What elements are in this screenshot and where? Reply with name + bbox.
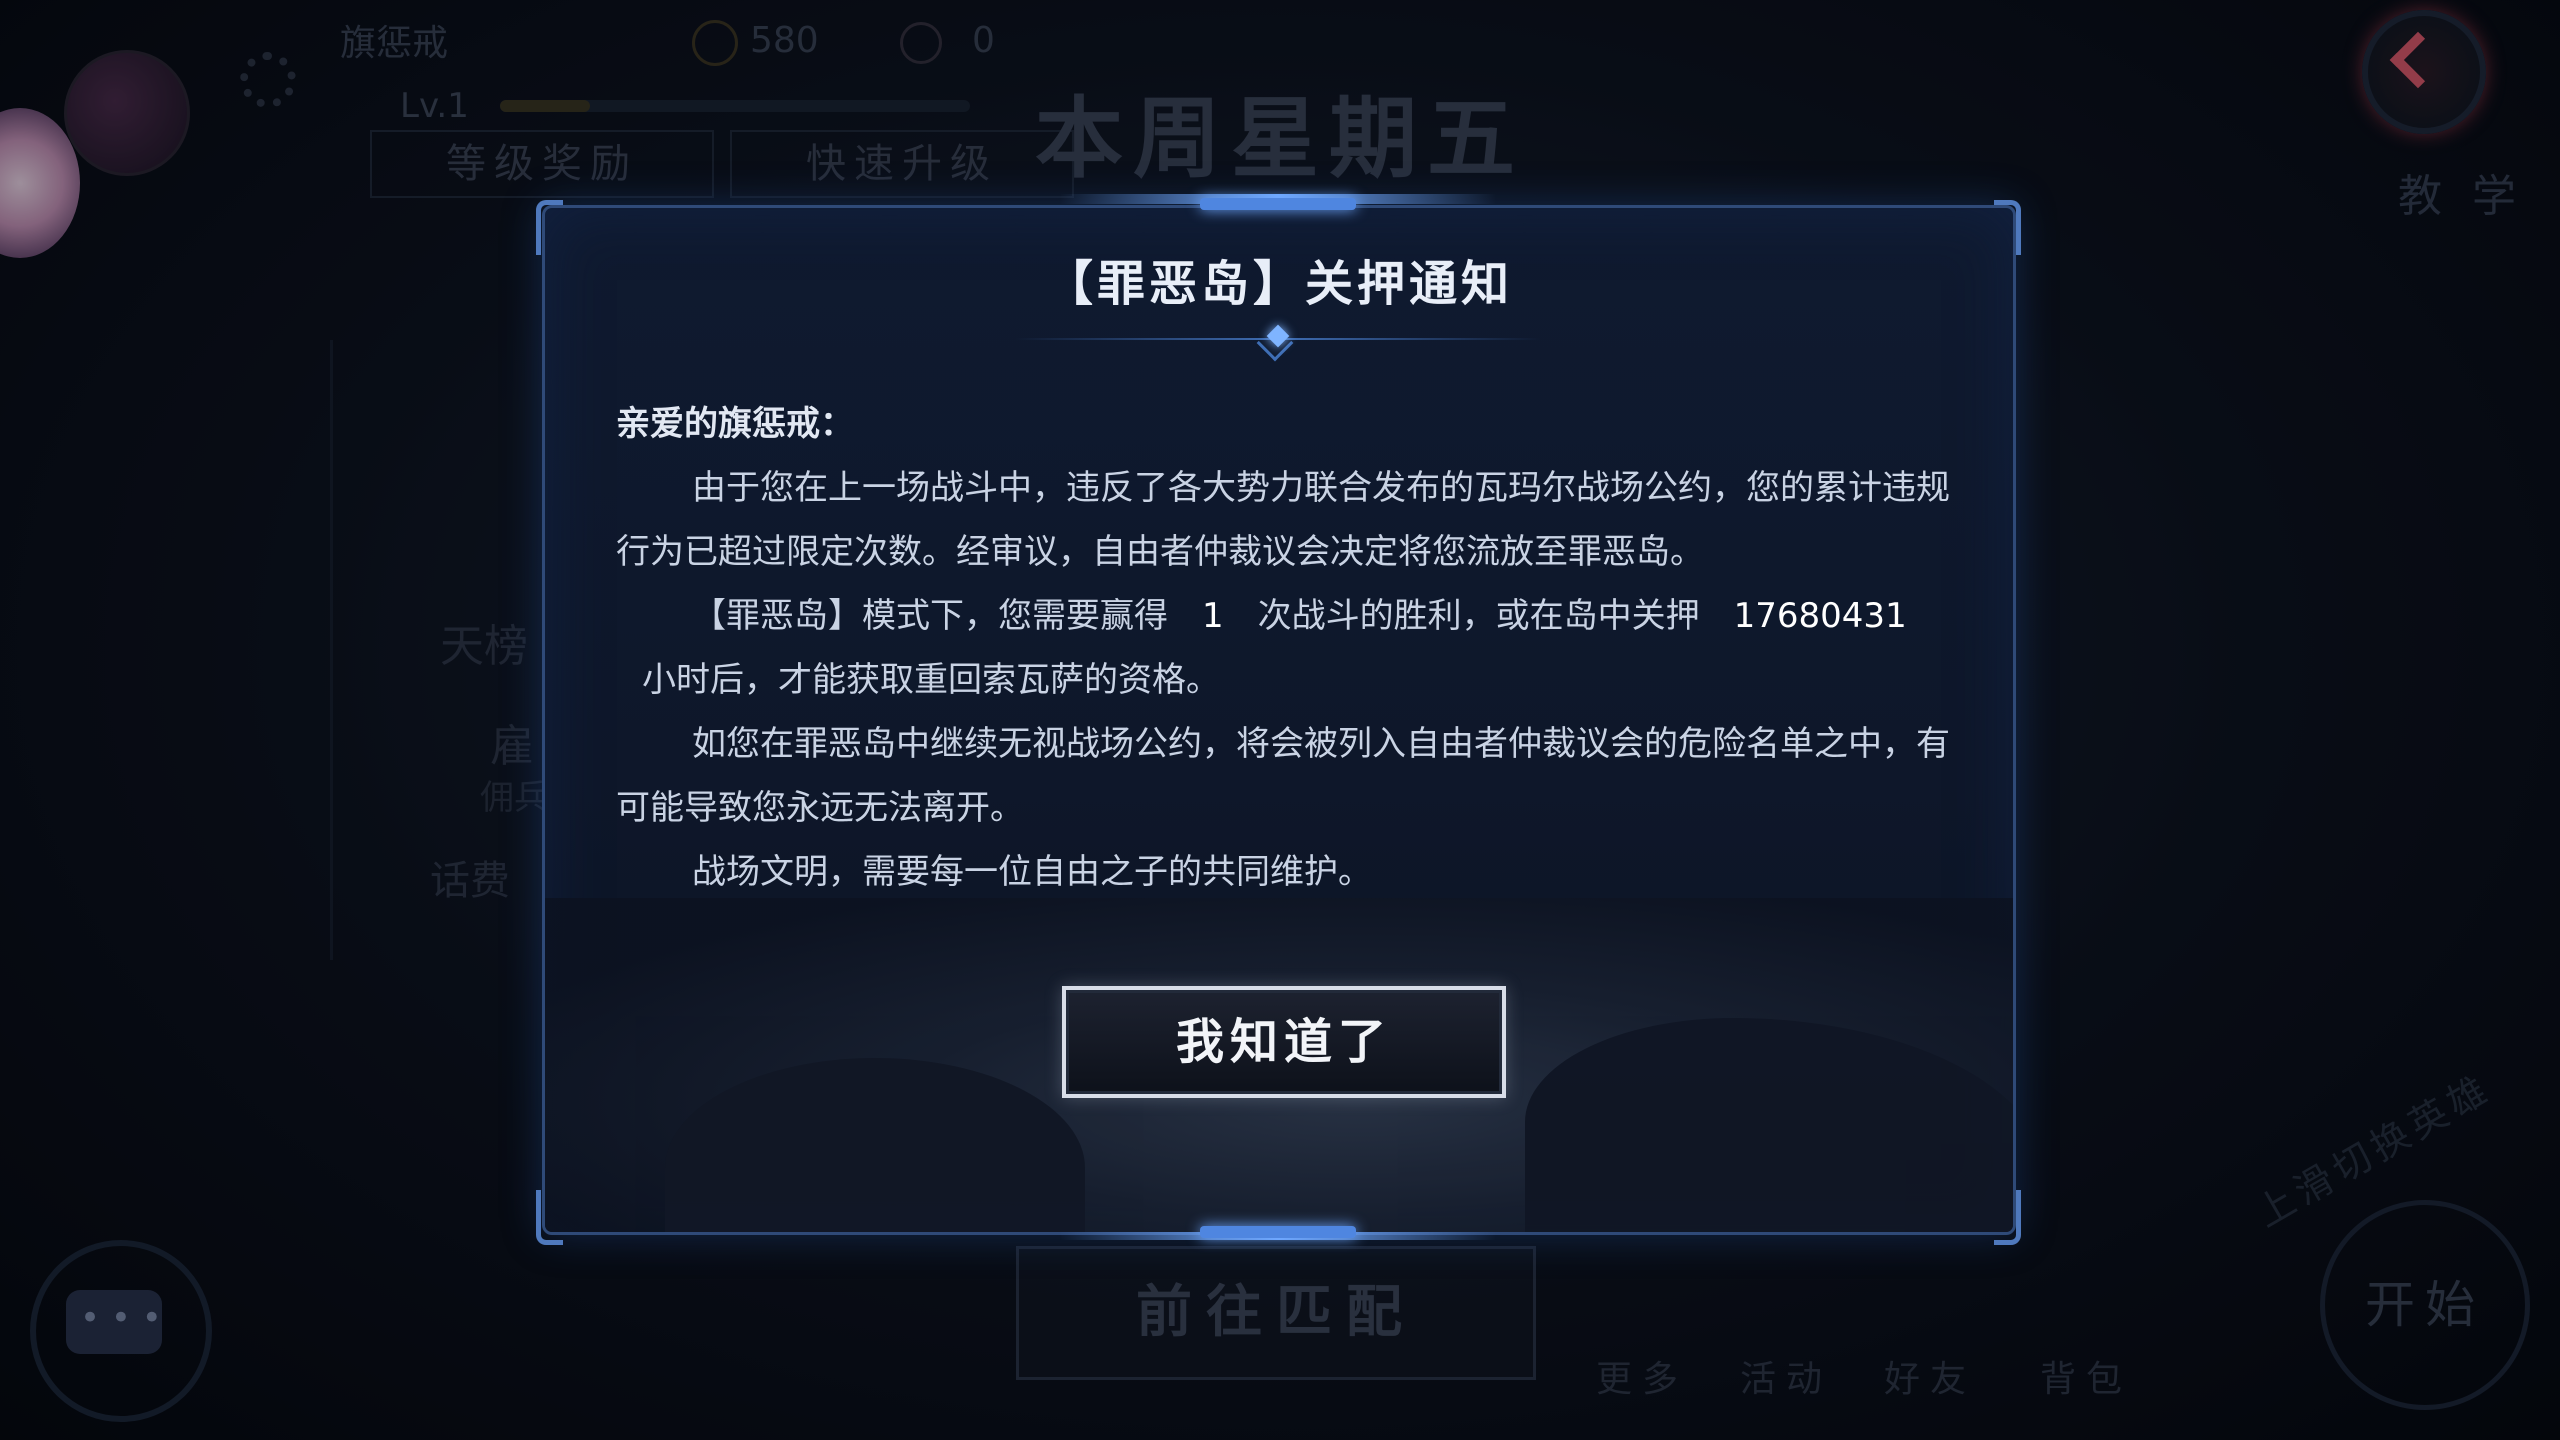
message-text: 次战斗的胜利，或在岛中关押 xyxy=(1257,596,1700,636)
scene-rock xyxy=(665,1058,1085,1232)
message-greeting: 亲爱的旗惩戒： xyxy=(616,404,854,444)
acknowledge-button[interactable]: 我知道了 xyxy=(1062,986,1506,1098)
detention-hours: 17680431 xyxy=(1733,596,1907,636)
message-paragraph: 战场文明，需要每一位自由之子的共同维护。 xyxy=(692,852,1372,892)
message-paragraph: 由于您在上一场战斗中，违反了各大势力联合发布的瓦玛尔战场公约，您的累计违规行为已… xyxy=(616,468,1950,572)
game-lobby-screen: 旗惩戒 580 0 Lv.1 等级奖励 快速升级 本周星期五 教学 天榜 雇 佣… xyxy=(0,0,2560,1440)
required-wins-count: 1 xyxy=(1202,596,1224,636)
scene-rock xyxy=(1525,1018,2013,1232)
message-text: 【罪恶岛】模式下，您需要赢得 xyxy=(692,596,1168,636)
message-paragraph: 如您在罪恶岛中继续无视战场公约，将会被列入自由者仲裁议会的危险名单之中，有可能导… xyxy=(616,724,1950,828)
dialog-top-accent xyxy=(1200,198,1356,210)
dialog-corner-ornament xyxy=(1994,1190,2021,1245)
dialog-corner-ornament xyxy=(536,1190,563,1245)
dialog-title: 【罪恶岛】关押通知 xyxy=(1044,256,1513,312)
message-text: 小时后，才能获取重回索瓦萨的资格。 xyxy=(642,660,1220,700)
message-paragraph: 【罪恶岛】模式下，您需要赢得 1 次战斗的胜利，或在岛中关押 17680431 小时后，… xyxy=(616,584,1966,712)
dialog-bottom-accent xyxy=(1200,1226,1356,1238)
